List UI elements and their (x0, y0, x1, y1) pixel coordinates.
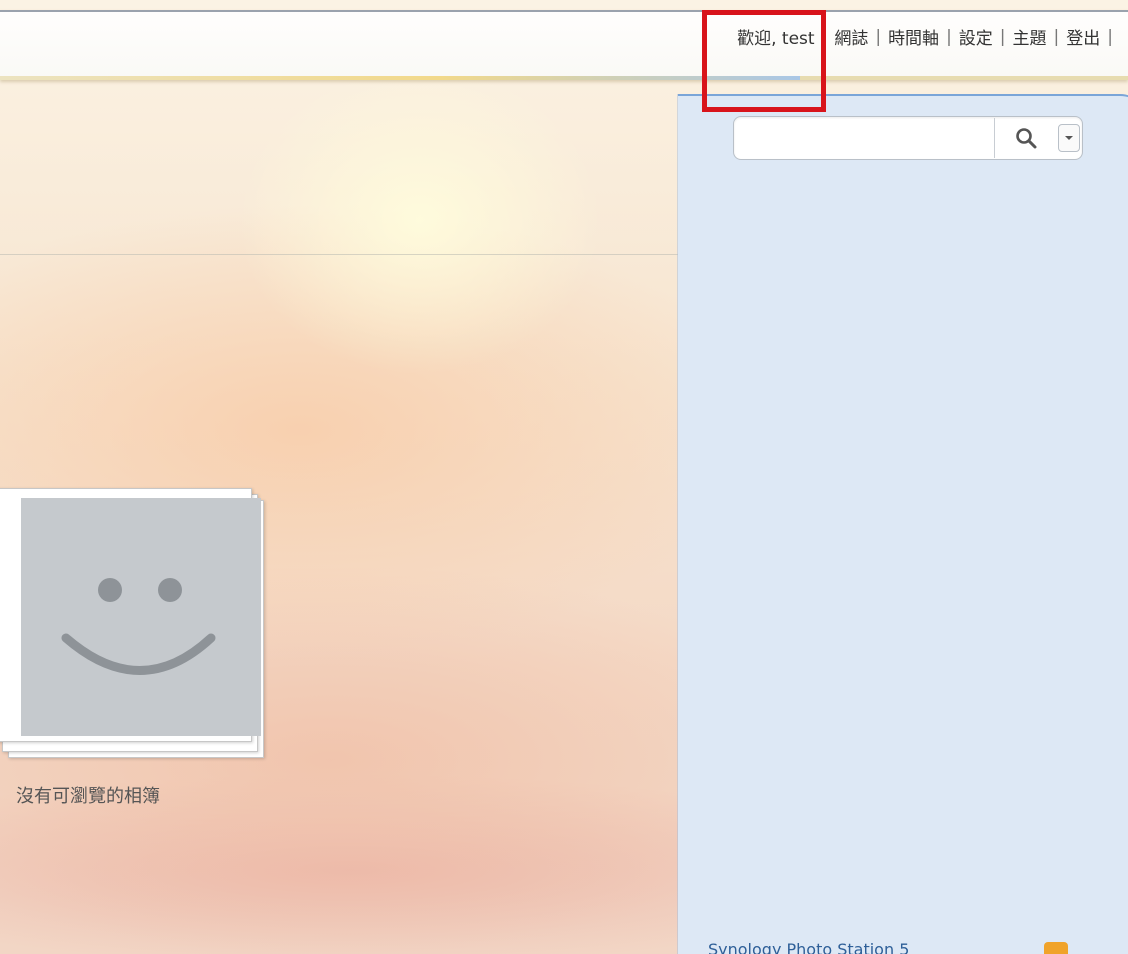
search-button[interactable] (994, 118, 1056, 158)
footer-link-photo-station[interactable]: Synology Photo Station 5 (708, 940, 909, 954)
nav-link-theme[interactable]: 主題 (1013, 24, 1047, 49)
nav-separator: | (999, 26, 1006, 47)
nav-link-timeline[interactable]: 時間軸 (888, 24, 939, 49)
album-card-front (0, 488, 261, 742)
nav-link-blog[interactable]: 網誌 (834, 24, 868, 49)
nav-separator: | (946, 26, 952, 47)
top-bar-glow (0, 76, 800, 80)
rss-icon[interactable] (1044, 942, 1068, 954)
highlight-box (702, 10, 826, 112)
chevron-down-icon (1065, 136, 1073, 140)
search-icon (1015, 128, 1036, 149)
smiley-placeholder-icon (61, 578, 216, 675)
nav-separator: | (1107, 26, 1113, 47)
album-cover (21, 498, 261, 736)
nav-link-logout[interactable]: 登出 (1066, 24, 1100, 49)
right-sidebar (678, 94, 1128, 954)
nav-separator: | (875, 26, 882, 47)
album-placeholder-stack[interactable] (0, 488, 280, 758)
search-options-button[interactable] (1058, 124, 1080, 152)
nav-link-settings[interactable]: 設定 (959, 24, 993, 49)
empty-album-caption: 沒有可瀏覽的相簿 (16, 786, 160, 807)
search-input[interactable] (742, 123, 992, 153)
nav-separator: | (1053, 26, 1060, 47)
